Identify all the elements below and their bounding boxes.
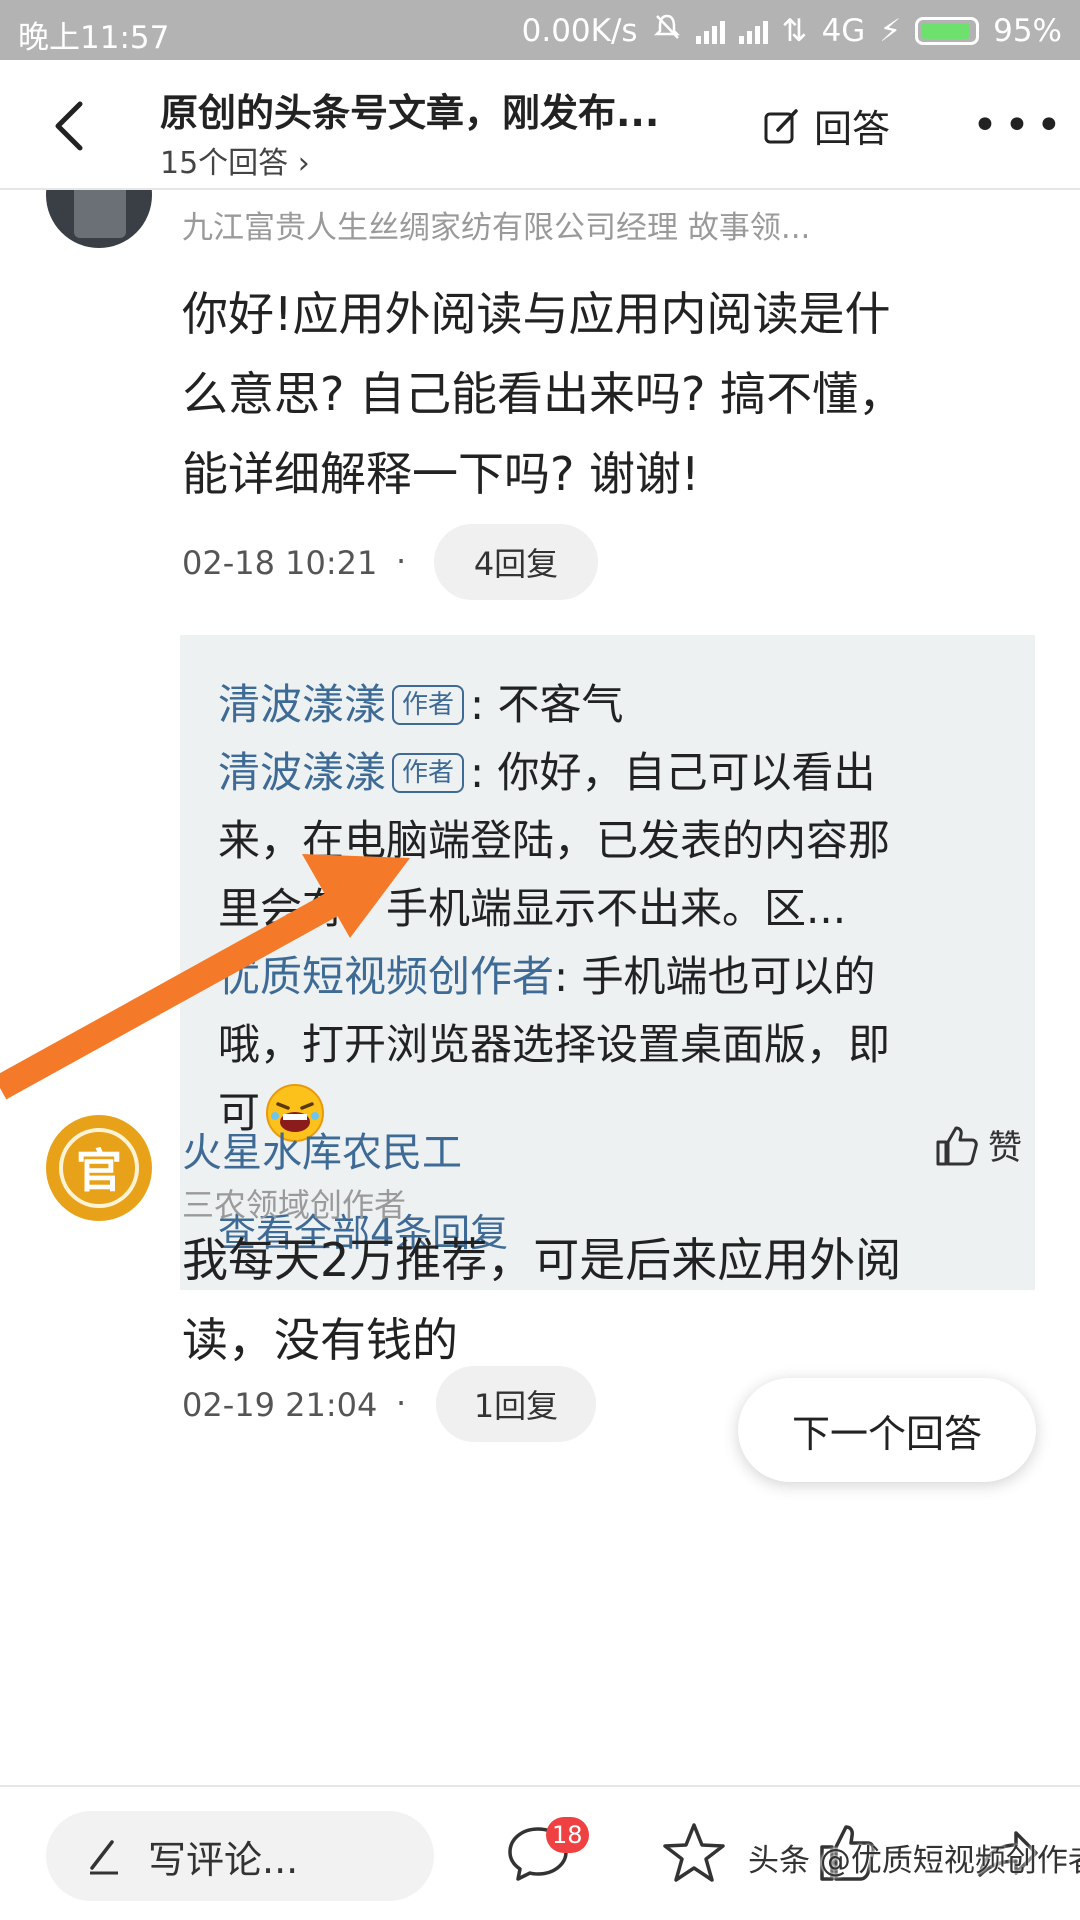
status-bar: 晚上11:57 0.00K/s ⇅ 4G ⚡ 95%	[0, 0, 1080, 60]
author-meta: 九江富贵人生丝绸家纺有限公司经理 故事领...	[182, 210, 811, 246]
avatar[interactable]	[46, 190, 152, 248]
answers-list[interactable]: 九江富贵人生丝绸家纺有限公司经理 故事领... 你好!应用外阅读与应用内阅读是什…	[0, 190, 1080, 1785]
battery-icon	[915, 17, 980, 45]
edit-icon	[764, 108, 798, 143]
star-icon[interactable]	[658, 1817, 730, 1889]
answer-text-line[interactable]: 么意思? 自己能看出来吗? 搞不懂，	[182, 354, 1022, 434]
data-arrows-icon: ⇅	[781, 13, 808, 49]
watermark: 头条 @优质短视频创作者	[748, 1843, 1080, 1879]
battery-percent: 95%	[993, 13, 1062, 49]
reply-count-button[interactable]: 4回复	[434, 524, 598, 600]
reply-author[interactable]: 清波漾漾	[218, 680, 386, 729]
next-answer-button[interactable]: 下一个回答	[738, 1378, 1036, 1482]
answer-button[interactable]: 回答	[762, 98, 890, 153]
chevron-left-icon	[55, 101, 83, 151]
reply-text: : 手机端也可以的	[554, 952, 876, 1001]
battery-fill	[921, 23, 971, 39]
reply-text: : 你好，自己可以看出	[470, 748, 876, 797]
avatar[interactable]: 官	[46, 1115, 152, 1221]
separator-dot: ·	[396, 542, 407, 580]
author-name[interactable]: 火星水库农民工	[182, 1120, 462, 1178]
answer-text-line[interactable]: 能详细解释一下吗? 谢谢!	[182, 434, 1022, 514]
nav-bar: 原创的头条号文章，刚发布... 15个回答 › 回答 •••	[0, 60, 1080, 190]
separator-dot: ·	[396, 1384, 407, 1422]
reply-item[interactable]: 清波漾漾 作者: 不客气	[218, 671, 1008, 739]
reply-author[interactable]: 清波漾漾	[218, 748, 386, 797]
answer-text-line[interactable]: 你好!应用外阅读与应用内阅读是什	[182, 274, 1022, 354]
answer-count-link[interactable]: 15个回答 ›	[160, 138, 310, 182]
write-comment-input[interactable]: 写评论...	[46, 1811, 434, 1901]
bottom-bar: 写评论... 18 头条 @优质短视频创作者	[0, 1785, 1080, 1920]
author-tag: 作者	[392, 753, 465, 793]
like-label: 赞	[988, 1128, 1022, 1168]
like-button[interactable]: 赞	[934, 1120, 1022, 1169]
reply-text-line: 来，在电脑端登陆，已发表的内容那	[218, 816, 891, 865]
net-speed: 0.00K/s	[521, 13, 638, 49]
write-comment-placeholder: 写评论...	[148, 1837, 299, 1882]
answer-text-line[interactable]: 我每天2万推荐，可是后来应用外阅	[182, 1220, 1022, 1300]
reply-count-button[interactable]: 1回复	[436, 1366, 596, 1442]
answer-time: 02-18 10:21	[182, 544, 378, 582]
chevron-right-icon: ›	[297, 146, 310, 181]
signal-icon	[695, 18, 725, 44]
charging-icon: ⚡	[879, 13, 902, 49]
signal-icon-2	[738, 18, 768, 44]
answer-button-label: 回答	[814, 107, 891, 151]
question-title[interactable]: 原创的头条号文章，刚发布...	[160, 82, 700, 137]
avatar-badge-text: 官	[59, 1128, 139, 1208]
thumbs-up-icon	[936, 1126, 978, 1165]
more-menu-icon[interactable]: •••	[972, 100, 1068, 151]
answer-text-line[interactable]: 读，没有钱的	[182, 1300, 1022, 1380]
status-time: 晚上11:57	[18, 20, 170, 56]
back-button[interactable]	[42, 96, 102, 156]
author-tag: 作者	[392, 685, 465, 725]
answer-count: 15个回答	[160, 146, 289, 181]
mute-icon	[652, 12, 682, 50]
comment-count-badge: 18	[546, 1817, 589, 1853]
answer-time: 02-19 21:04	[182, 1386, 378, 1424]
status-right: 0.00K/s ⇅ 4G ⚡ 95%	[522, 12, 1062, 50]
reply-item[interactable]: 清波漾漾 作者: 你好，自己可以看出	[218, 739, 1008, 807]
reply-text-line: 里会有。手机端显示不出来。区...	[218, 884, 847, 933]
network-type: 4G	[821, 13, 866, 49]
reply-text: : 不客气	[470, 680, 624, 729]
reply-item[interactable]: 优质短视频创作者: 手机端也可以的	[218, 943, 1008, 1011]
pen-icon	[90, 1840, 118, 1875]
reply-author[interactable]: 优质短视频创作者	[218, 952, 554, 1001]
reply-text-line: 哦，打开浏览器选择设置桌面版，即	[218, 1020, 891, 1069]
